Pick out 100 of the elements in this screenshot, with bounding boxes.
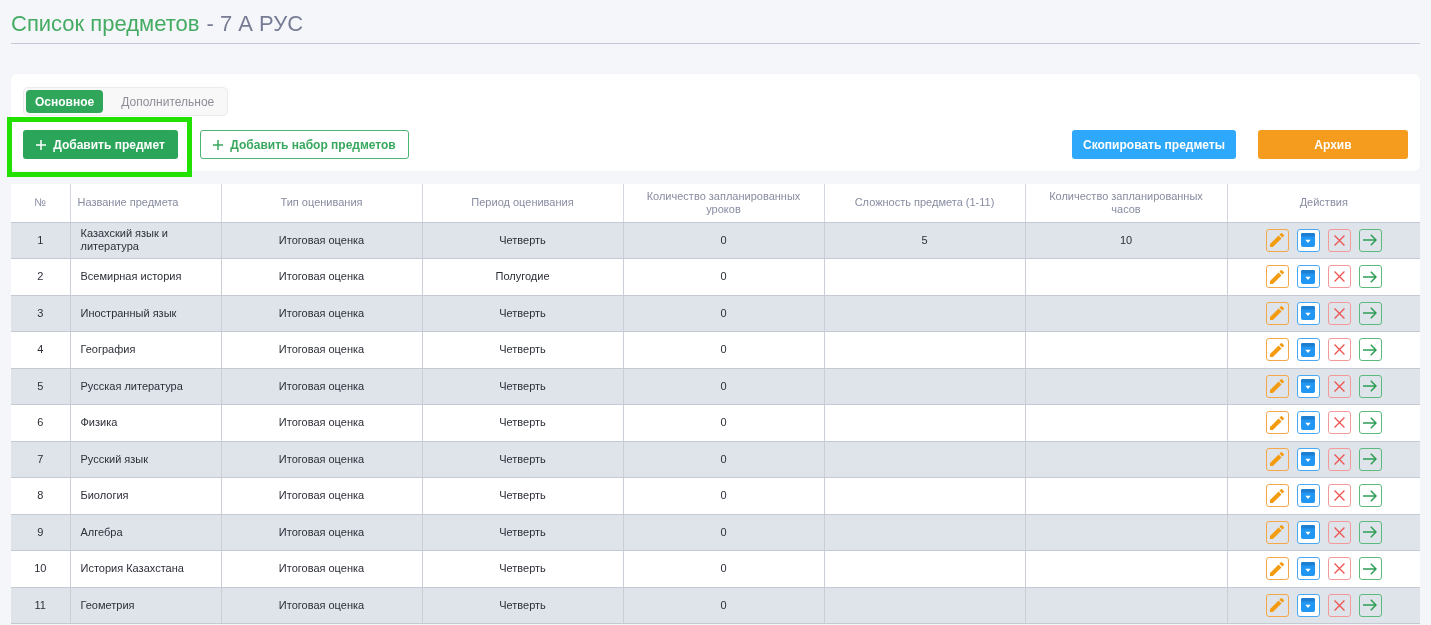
table-cell: 0 xyxy=(623,404,824,441)
table-cell: Итоговая оценка xyxy=(221,258,422,295)
archive-button[interactable] xyxy=(1296,265,1320,289)
arrow-right-icon xyxy=(1363,526,1378,539)
table-cell: 2 xyxy=(11,258,70,295)
table-cell: 0 xyxy=(623,550,824,587)
archive-box-icon xyxy=(1301,561,1316,576)
edit-button[interactable] xyxy=(1265,411,1289,435)
close-icon xyxy=(1333,417,1345,429)
plus-icon xyxy=(36,139,47,150)
edit-button[interactable] xyxy=(1265,593,1289,617)
forward-button[interactable] xyxy=(1358,338,1382,362)
archive-box-icon xyxy=(1301,306,1316,321)
edit-button[interactable] xyxy=(1265,520,1289,544)
archive-button[interactable] xyxy=(1296,228,1320,252)
add-subject-set-button[interactable]: Добавить набор предметов xyxy=(200,130,409,159)
edit-button[interactable] xyxy=(1265,557,1289,581)
edit-button[interactable] xyxy=(1265,228,1289,252)
archive-button[interactable] xyxy=(1296,520,1320,544)
table-cell: Итоговая оценка xyxy=(221,295,422,332)
table-cell: 0 xyxy=(623,514,824,551)
header-cell: Действия xyxy=(1227,184,1420,222)
forward-button[interactable] xyxy=(1358,593,1382,617)
table-cell: Итоговая оценка xyxy=(221,514,422,551)
table-cell: Четверть xyxy=(422,441,623,478)
pencil-icon xyxy=(1270,269,1285,284)
arrow-right-icon xyxy=(1363,234,1378,247)
table-cell: 0 xyxy=(623,368,824,405)
pencil-icon xyxy=(1270,452,1285,467)
delete-button[interactable] xyxy=(1327,265,1351,289)
forward-button[interactable] xyxy=(1358,484,1382,508)
copy-subjects-button[interactable]: Скопировать предметы xyxy=(1072,130,1236,159)
table-cell: Иностранный язык xyxy=(70,295,221,332)
table-cell: 11 xyxy=(11,587,70,624)
table-cell: Четверть xyxy=(422,295,623,332)
table-cell: 5 xyxy=(824,222,1025,259)
delete-button[interactable] xyxy=(1327,338,1351,362)
pencil-icon xyxy=(1270,488,1285,503)
add-subject-button[interactable]: Добавить предмет xyxy=(23,130,178,159)
forward-button[interactable] xyxy=(1358,301,1382,325)
edit-button[interactable] xyxy=(1265,265,1289,289)
archive-button[interactable]: Архив xyxy=(1258,130,1408,159)
delete-button[interactable] xyxy=(1327,411,1351,435)
table-cell: Итоговая оценка xyxy=(221,587,422,624)
forward-button[interactable] xyxy=(1358,447,1382,471)
archive-box-icon xyxy=(1301,269,1316,284)
forward-button[interactable] xyxy=(1358,228,1382,252)
delete-button[interactable] xyxy=(1327,520,1351,544)
forward-button[interactable] xyxy=(1358,265,1382,289)
header-cell: Количество запланированных уроков xyxy=(623,184,824,222)
tab[interactable]: Дополнительное xyxy=(103,90,226,113)
archive-button[interactable] xyxy=(1296,374,1320,398)
table-cell: Четверть xyxy=(422,222,623,259)
close-icon xyxy=(1333,307,1345,319)
archive-box-icon xyxy=(1301,342,1316,357)
edit-button[interactable] xyxy=(1265,338,1289,362)
archive-button[interactable] xyxy=(1296,301,1320,325)
edit-button[interactable] xyxy=(1265,447,1289,471)
edit-button[interactable] xyxy=(1265,301,1289,325)
delete-button[interactable] xyxy=(1327,301,1351,325)
delete-button[interactable] xyxy=(1327,557,1351,581)
delete-button[interactable] xyxy=(1327,484,1351,508)
forward-button[interactable] xyxy=(1358,411,1382,435)
arrow-right-icon xyxy=(1363,562,1378,575)
delete-button[interactable] xyxy=(1327,228,1351,252)
forward-button[interactable] xyxy=(1358,557,1382,581)
table-cell: 0 xyxy=(623,477,824,514)
archive-button[interactable] xyxy=(1296,557,1320,581)
table-cell: 9 xyxy=(11,514,70,551)
tab[interactable]: Основное xyxy=(26,90,104,113)
edit-button[interactable] xyxy=(1265,374,1289,398)
table-cell: 0 xyxy=(623,258,824,295)
forward-button[interactable] xyxy=(1358,520,1382,544)
archive-box-icon xyxy=(1301,452,1316,467)
archive-box-icon xyxy=(1301,233,1316,248)
table-cell: Итоговая оценка xyxy=(221,441,422,478)
table-cell: Итоговая оценка xyxy=(221,550,422,587)
header-cell: Название предмета xyxy=(70,184,221,222)
table-cell: 3 xyxy=(11,295,70,332)
delete-button[interactable] xyxy=(1327,374,1351,398)
class-name: - 7 А РУС xyxy=(206,11,304,37)
pencil-icon xyxy=(1270,342,1285,357)
archive-button[interactable] xyxy=(1296,593,1320,617)
close-icon xyxy=(1333,271,1345,283)
table-cell: 8 xyxy=(11,477,70,514)
table-cell: 0 xyxy=(623,587,824,624)
table-cell: Четверть xyxy=(422,514,623,551)
table-cell: Четверть xyxy=(422,368,623,405)
forward-button[interactable] xyxy=(1358,374,1382,398)
archive-button[interactable] xyxy=(1296,484,1320,508)
archive-button[interactable] xyxy=(1296,447,1320,471)
pencil-icon xyxy=(1270,379,1285,394)
close-icon xyxy=(1333,599,1345,611)
archive-button[interactable] xyxy=(1296,411,1320,435)
delete-button[interactable] xyxy=(1327,593,1351,617)
delete-button[interactable] xyxy=(1327,447,1351,471)
archive-button[interactable] xyxy=(1296,338,1320,362)
table-cell: Русская литература xyxy=(70,368,221,405)
table-cell: Итоговая оценка xyxy=(221,222,422,259)
edit-button[interactable] xyxy=(1265,484,1289,508)
